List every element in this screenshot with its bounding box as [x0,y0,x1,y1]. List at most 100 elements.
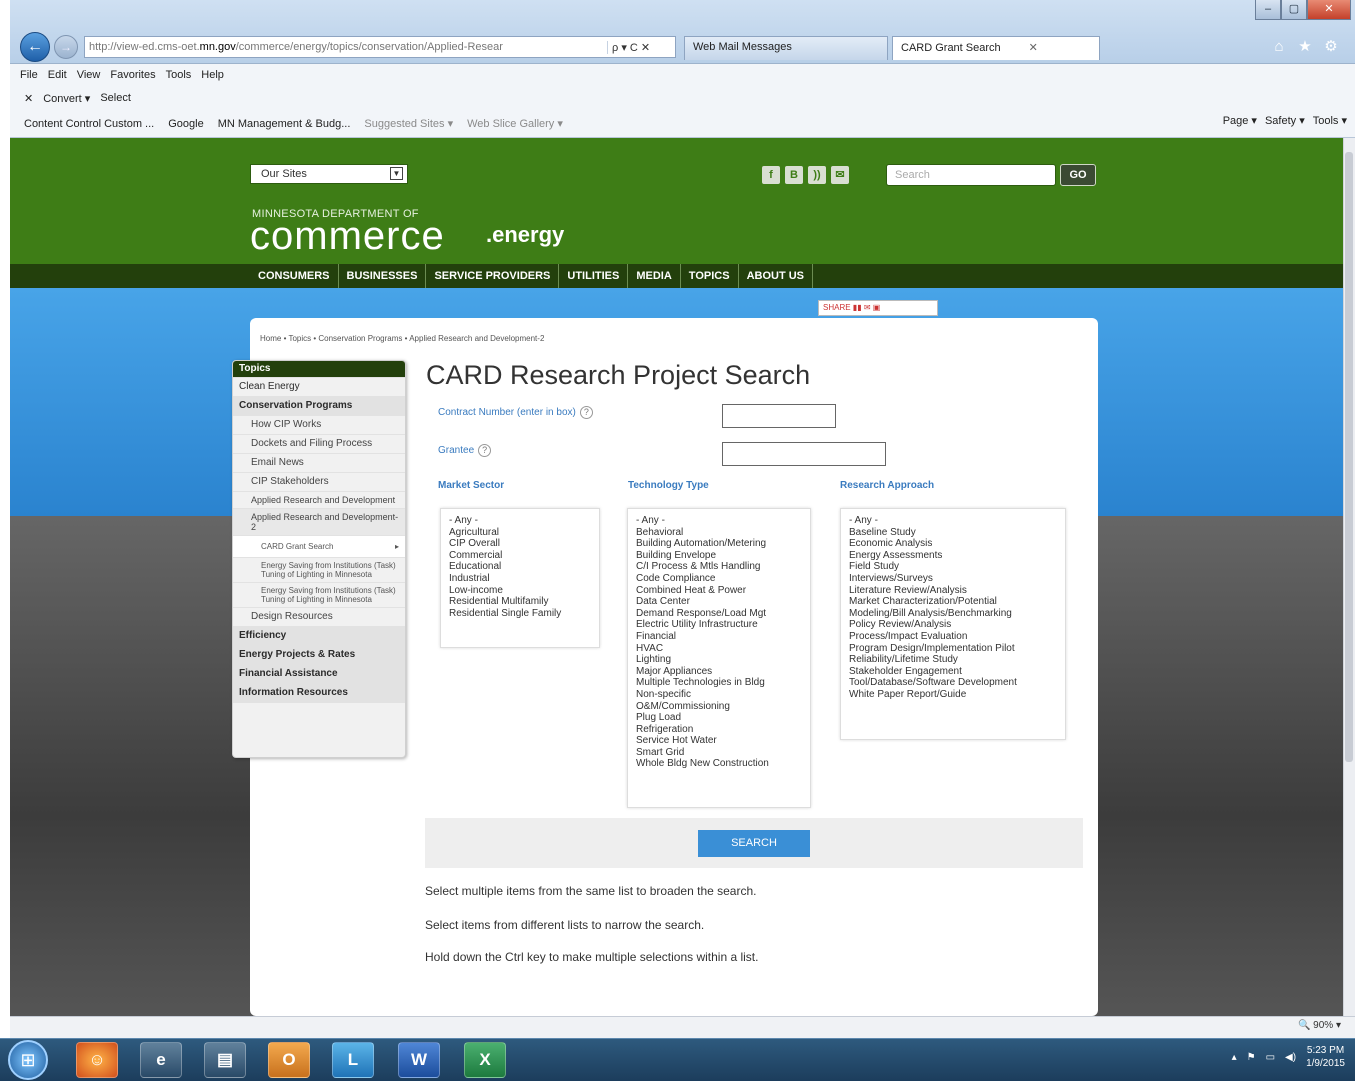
safety-menu[interactable]: Safety ▾ [1265,114,1305,127]
blog-icon[interactable]: B [785,166,803,184]
address-controls[interactable]: ρ ▾ C ✕ [607,40,675,54]
nav-businesses[interactable]: BUSINESSES [339,264,427,288]
share-button[interactable]: SHARE ▮▮ ✉ ▣ [818,300,938,316]
zoom-level[interactable]: 🔍 90% ▾ [1298,1020,1341,1031]
sidebar-item-energy-saving-1[interactable]: Energy Saving from Institutions (Task) T… [233,558,405,583]
lync-icon[interactable]: L [332,1042,374,1078]
page-menu[interactable]: Page ▾ [1223,114,1257,127]
help-icon[interactable]: ? [579,406,593,419]
market-sector-list[interactable]: - Any - Agricultural CIP Overall Commercial… [440,508,600,648]
logo-commerce[interactable]: commerce [250,214,445,259]
menu-file[interactable]: File [20,69,38,81]
nav-topics[interactable]: TOPICS [681,264,739,288]
research-approach-list[interactable]: - Any - Baseline Study Economic Analysis En… [840,508,1066,740]
settings-gear-icon[interactable]: ⚙ [1320,36,1342,58]
outlook-icon[interactable]: O [268,1042,310,1078]
menu-view[interactable]: View [77,69,101,81]
nav-media[interactable]: MEDIA [628,264,681,288]
close-tab-icon[interactable]: ✕ [1029,42,1038,54]
favorite-content-control[interactable]: Content Control Custom ... [24,118,154,130]
technology-type-option[interactable]: Whole Bldg New Construction [636,758,802,770]
action-center-flag-icon[interactable]: ⚑ [1247,1052,1256,1063]
favorite-google[interactable]: Google [168,118,203,130]
word-icon[interactable]: W [398,1042,440,1078]
scrollbar-thumb[interactable] [1345,152,1353,762]
market-sector-option[interactable]: - Any - [449,515,591,527]
technology-type-option[interactable]: Electric Utility Infrastructure [636,619,802,631]
research-approach-option[interactable]: Economic Analysis [849,538,1057,550]
sidebar-item-applied-research[interactable]: Applied Research and Development [233,492,405,509]
nav-utilities[interactable]: UTILITIES [559,264,629,288]
market-sector-option[interactable]: Commercial [449,550,591,562]
tab-card-grant-search[interactable]: CARD Grant Search ✕ [892,36,1100,60]
site-search-input[interactable]: Search [886,164,1056,186]
tools-menu[interactable]: Tools ▾ [1313,114,1347,127]
research-approach-option[interactable]: Policy Review/Analysis [849,619,1057,631]
technology-type-option[interactable]: Demand Response/Load Mgt [636,608,802,620]
market-sector-option[interactable]: Agricultural [449,527,591,539]
sidebar-item-energy-saving-2[interactable]: Energy Saving from Institutions (Task) T… [233,583,405,608]
research-approach-option[interactable]: Market Characterization/Potential [849,596,1057,608]
research-approach-option[interactable]: Field Study [849,561,1057,573]
technology-type-list[interactable]: - Any - Behavioral Building Automation/Met… [627,508,811,808]
minimize-button[interactable]: – [1255,0,1281,20]
research-approach-option[interactable]: Energy Assessments [849,550,1057,562]
menu-help[interactable]: Help [201,69,224,81]
menu-tools[interactable]: Tools [166,69,192,81]
research-approach-option[interactable]: - Any - [849,515,1057,527]
sidebar-item-dockets[interactable]: Dockets and Filing Process [233,435,405,454]
email-icon[interactable]: ✉ [831,166,849,184]
maximize-button[interactable]: ▢ [1281,0,1307,20]
technology-type-option[interactable]: Refrigeration [636,724,802,736]
technology-type-option[interactable]: Financial [636,631,802,643]
contract-number-input[interactable] [722,404,836,428]
technology-type-option[interactable]: Combined Heat & Power [636,585,802,597]
favorites-star-icon[interactable]: ★ [1294,36,1316,58]
research-approach-option[interactable]: Program Design/Implementation Pilot [849,643,1057,655]
sidebar-item-email-news[interactable]: Email News [233,454,405,473]
market-sector-option[interactable]: CIP Overall [449,538,591,550]
search-button[interactable]: SEARCH [698,830,810,857]
sidebar-item-conservation-programs[interactable]: Conservation Programs [233,397,405,416]
sidebar-item-card-grant-search[interactable]: CARD Grant Search ▸ [233,536,405,558]
excel-icon[interactable]: X [464,1042,506,1078]
research-approach-option[interactable]: Literature Review/Analysis [849,585,1057,597]
sidebar-item-design-resources[interactable]: Design Resources [233,608,405,627]
volume-icon[interactable]: ◀) [1285,1052,1296,1063]
technology-type-option[interactable]: Building Automation/Metering [636,538,802,550]
toolbar-close-icon[interactable]: ✕ [24,92,33,105]
nav-about-us[interactable]: ABOUT US [739,264,814,288]
sidebar-item-cip-stakeholders[interactable]: CIP Stakeholders [233,473,405,492]
technology-type-option[interactable]: Major Appliances [636,666,802,678]
market-sector-option[interactable]: Educational [449,561,591,573]
help-icon[interactable]: ? [478,444,492,457]
research-approach-option[interactable]: Reliability/Lifetime Study [849,654,1057,666]
technology-type-option[interactable]: Building Envelope [636,550,802,562]
research-approach-option[interactable]: Tool/Database/Software Development [849,677,1057,689]
technology-type-option[interactable]: Service Hot Water [636,735,802,747]
menu-edit[interactable]: Edit [48,69,67,81]
select-button[interactable]: Select [100,92,131,104]
address-bar[interactable]: http://view-ed.cms-oet.mn.gov/commerce/e… [84,36,676,58]
tab-web-mail[interactable]: Web Mail Messages [684,36,888,60]
sidebar-item-how-cip-works[interactable]: How CIP Works [233,416,405,435]
research-approach-option[interactable]: Interviews/Surveys [849,573,1057,585]
start-button[interactable]: ⊞ [8,1040,48,1080]
home-icon[interactable]: ⌂ [1268,36,1290,58]
sidebar-item-information-resources[interactable]: Information Resources [233,684,405,703]
market-sector-option[interactable]: Industrial [449,573,591,585]
technology-type-option[interactable]: Data Center [636,596,802,608]
nav-consumers[interactable]: CONSUMERS [250,264,339,288]
rss-icon[interactable]: )) [808,166,826,184]
technology-type-option[interactable]: Non-specific [636,689,802,701]
back-button[interactable]: ← [20,32,50,62]
favorite-suggested-sites[interactable]: Suggested Sites ▾ [364,117,453,130]
internet-explorer-icon[interactable]: e [140,1042,182,1078]
technology-type-option[interactable]: Behavioral [636,527,802,539]
technology-type-option[interactable]: Plug Load [636,712,802,724]
sidebar-item-financial-assistance[interactable]: Financial Assistance [233,665,405,684]
technology-type-option[interactable]: Lighting [636,654,802,666]
technology-type-option[interactable]: Smart Grid [636,747,802,759]
menu-favorites[interactable]: Favorites [110,69,155,81]
convert-button[interactable]: Convert ▾ [43,92,90,105]
